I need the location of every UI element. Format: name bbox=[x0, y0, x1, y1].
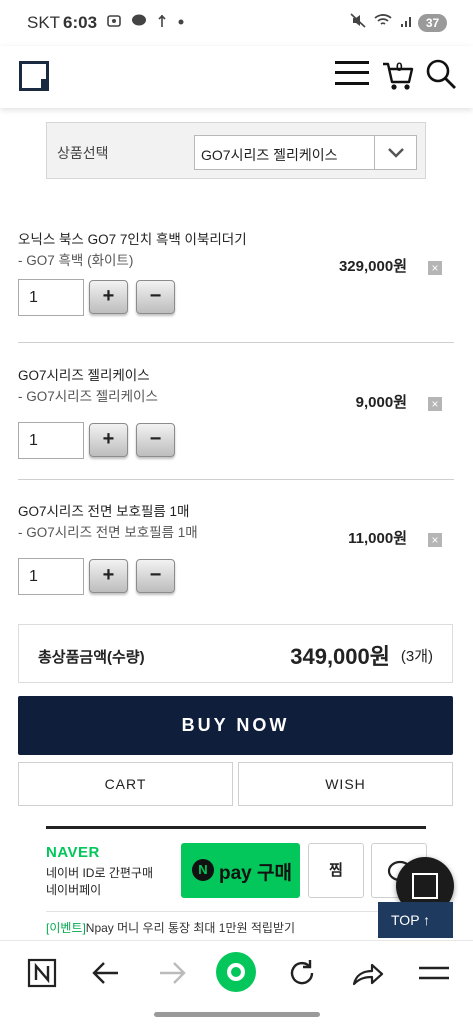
quantity-input[interactable]: 1 bbox=[18, 558, 84, 595]
buy-now-button[interactable]: BUY NOW bbox=[18, 696, 453, 755]
npay-n-icon: N bbox=[192, 859, 214, 881]
carrier-label: SKT bbox=[27, 13, 61, 32]
back-icon[interactable] bbox=[86, 958, 126, 988]
logo-mark-icon bbox=[412, 873, 438, 899]
total-summary: 총상품금액(수량) 349,000원 (3개) bbox=[18, 624, 453, 683]
item-option: - GO7 흑백 (화이트) bbox=[18, 253, 134, 268]
wish-button[interactable]: WISH bbox=[238, 762, 453, 806]
site-logo[interactable] bbox=[19, 61, 49, 91]
battery-indicator: 37 bbox=[418, 14, 447, 32]
talk-icon bbox=[131, 14, 146, 26]
event-tag: [이벤트] bbox=[46, 921, 86, 935]
site-header: 0 bbox=[0, 46, 473, 108]
event-divider bbox=[46, 911, 426, 912]
menu-icon[interactable] bbox=[335, 60, 369, 86]
product-select-value: GO7시리즈 젤리케이스 bbox=[201, 147, 338, 163]
home-indicator bbox=[154, 1012, 320, 1017]
scroll-top-button[interactable]: TOP ↑ bbox=[378, 902, 453, 938]
item-price: 11,000원 bbox=[348, 530, 407, 547]
item-price: 9,000원 bbox=[355, 394, 407, 411]
item-divider bbox=[18, 479, 454, 480]
system-icons bbox=[350, 13, 414, 31]
cart-item: 오닉스 북스 GO7 7인치 흑백 이북리더기 - GO7 흑백 (화이트) 3… bbox=[18, 228, 453, 328]
total-count: (3개) bbox=[400, 648, 433, 665]
product-select-dropdown[interactable]: GO7시리즈 젤리케이스 bbox=[194, 135, 417, 170]
usb-icon bbox=[158, 14, 166, 27]
add-to-cart-button[interactable]: CART bbox=[18, 762, 233, 806]
item-option: - GO7시리즈 전면 보호필름 1매 bbox=[18, 525, 198, 540]
share-icon[interactable] bbox=[348, 958, 388, 988]
close-icon[interactable]: × bbox=[428, 533, 442, 547]
naver-pay-name: 네이버페이 bbox=[46, 883, 102, 897]
npay-purchase-button[interactable]: N pay 구매 bbox=[181, 843, 300, 898]
chevron-down-icon bbox=[388, 148, 404, 158]
close-icon[interactable]: × bbox=[428, 261, 442, 275]
dot-icon bbox=[178, 19, 184, 25]
hamburger-icon[interactable] bbox=[414, 958, 454, 988]
item-price: 329,000원 bbox=[338, 258, 407, 275]
notification-icons bbox=[107, 13, 185, 29]
quantity-minus-button[interactable]: − bbox=[136, 423, 175, 457]
signal-icon bbox=[400, 17, 411, 27]
item-name: GO7시리즈 젤리케이스 bbox=[18, 368, 150, 383]
quantity-input[interactable]: 1 bbox=[18, 279, 84, 316]
npay-event-banner[interactable]: [이벤트]Npay 머니 우리 통장 최대 1만원 적립받기 bbox=[46, 919, 295, 936]
item-name: GO7시리즈 전면 보호필름 1매 bbox=[18, 504, 190, 519]
home-circle-icon[interactable] bbox=[215, 951, 257, 993]
product-select-panel: 상품선택 GO7시리즈 젤리케이스 bbox=[46, 122, 426, 179]
quantity-plus-button[interactable]: + bbox=[89, 280, 128, 314]
quantity-minus-button[interactable]: − bbox=[136, 280, 175, 314]
naver-pay-subtitle: 네이버 ID로 간편구매 bbox=[46, 866, 153, 880]
event-text: Npay 머니 우리 통장 최대 1만원 적립받기 bbox=[85, 921, 296, 935]
cart-item: GO7시리즈 젤리케이스 - GO7시리즈 젤리케이스 9,000원 × 1 +… bbox=[18, 364, 453, 464]
search-icon[interactable] bbox=[425, 58, 457, 90]
quantity-input[interactable]: 1 bbox=[18, 422, 84, 459]
naver-logo: NAVER bbox=[46, 844, 100, 861]
quantity-plus-button[interactable]: + bbox=[89, 423, 128, 457]
select-arrow[interactable] bbox=[374, 136, 416, 169]
wifi-icon bbox=[374, 14, 392, 25]
cart-item: GO7시리즈 전면 보호필름 1매 - GO7시리즈 전면 보호필름 1매 11… bbox=[18, 500, 453, 600]
cart-count: 0 bbox=[396, 60, 403, 74]
forward-icon[interactable] bbox=[152, 958, 192, 988]
status-time: 6:03 bbox=[63, 13, 98, 32]
quantity-plus-button[interactable]: + bbox=[89, 559, 128, 593]
npay-label: pay 구매 bbox=[219, 863, 292, 884]
mute-icon bbox=[350, 13, 366, 28]
total-label: 총상품금액(수량) bbox=[38, 649, 145, 666]
item-divider bbox=[18, 342, 454, 343]
total-price: 349,000원 bbox=[290, 644, 390, 669]
browser-nav-bar bbox=[0, 940, 473, 1024]
reload-icon[interactable] bbox=[282, 958, 322, 988]
close-icon[interactable]: × bbox=[428, 397, 442, 411]
naver-pay-divider bbox=[46, 826, 426, 829]
status-bar: SKT 6:03 37 bbox=[0, 0, 473, 46]
zzim-button[interactable]: 찜 bbox=[308, 843, 364, 898]
item-name: 오닉스 북스 GO7 7인치 흑백 이북리더기 bbox=[18, 232, 247, 247]
quantity-minus-button[interactable]: − bbox=[136, 559, 175, 593]
screenshot-icon bbox=[107, 15, 121, 27]
product-select-label: 상품선택 bbox=[57, 145, 109, 161]
item-option: - GO7시리즈 젤리케이스 bbox=[18, 389, 158, 404]
n-tab-icon[interactable] bbox=[23, 958, 63, 988]
